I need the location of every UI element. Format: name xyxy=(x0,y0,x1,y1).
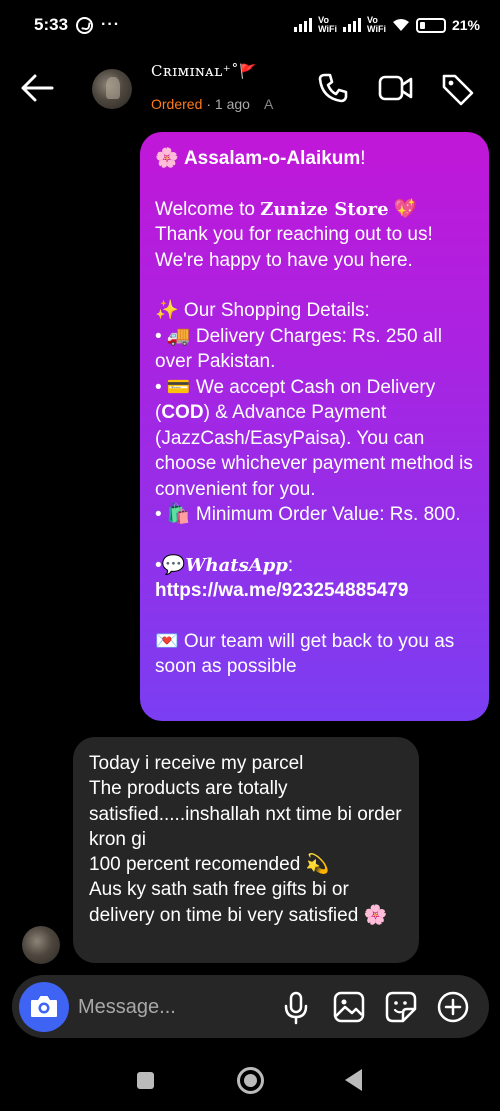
status-time: 5:33 xyxy=(34,15,69,34)
back-arrow-icon[interactable] xyxy=(20,73,54,103)
min-order: • 🛍️ Minimum Order Value: Rs. 800. xyxy=(155,504,461,525)
microphone-icon[interactable] xyxy=(283,991,309,1025)
system-back-button[interactable] xyxy=(345,1069,362,1091)
vowifi-label-2: Vo WiFi xyxy=(367,15,386,34)
details-title: ✨ Our Shopping Details: xyxy=(155,300,370,321)
recents-button[interactable] xyxy=(137,1072,154,1089)
status-right: Vo WiFi Vo WiFi 21% xyxy=(294,16,480,34)
phone-icon[interactable] xyxy=(317,72,349,104)
chat-header: Cʀɪᴍɪɴᴀʟ⁺˚🚩 Ordered · 1 ago A xyxy=(0,56,500,122)
message-input[interactable] xyxy=(78,985,268,1029)
status-bar: 5:33 ··· Vo WiFi Vo WiFi 21% xyxy=(0,0,500,50)
wa-colon: : xyxy=(287,554,294,576)
gallery-icon[interactable] xyxy=(333,991,365,1023)
incoming-message-text: Today i receive my parcel The products a… xyxy=(89,753,402,926)
camera-button[interactable] xyxy=(19,982,69,1032)
whatsapp-label: WhatsApp xyxy=(185,554,288,576)
battery-icon xyxy=(415,17,446,33)
outgoing-message-bubble[interactable]: 🌸 Assalam-o-Alaikum! Welcome to Zunize S… xyxy=(140,132,489,721)
contact-name-text: Cʀɪᴍɪɴᴀʟ⁺˚ xyxy=(151,62,240,80)
home-button[interactable] xyxy=(237,1067,264,1094)
tag-icon[interactable] xyxy=(441,72,475,106)
whatsapp-line: •💬WhatsApp: xyxy=(155,553,475,579)
message-composer xyxy=(12,975,489,1038)
ordered-label: Ordered xyxy=(151,96,203,112)
plus-circle-icon[interactable] xyxy=(437,991,469,1023)
wifi-icon xyxy=(392,19,409,31)
contact-name[interactable]: Cʀɪᴍɪɴᴀʟ⁺˚🚩 xyxy=(151,62,257,80)
status-extra: A xyxy=(263,96,274,112)
vowifi-label: Vo WiFi xyxy=(318,15,338,34)
signal-icon-2 xyxy=(343,18,362,32)
whatsapp-notification-icon xyxy=(76,16,94,34)
avatar[interactable] xyxy=(92,69,132,109)
flag-emoji: 🚩 xyxy=(239,64,258,80)
system-nav-bar xyxy=(0,1050,500,1111)
contact-status: Ordered · 1 ago A xyxy=(151,96,273,112)
whatsapp-link[interactable]: https://wa.me/923254885479 xyxy=(155,578,475,604)
status-left: 5:33 ··· xyxy=(34,15,120,35)
sender-avatar[interactable] xyxy=(22,926,60,964)
status-time-ago: · 1 ago xyxy=(206,96,250,112)
welcome-prefix: Welcome to xyxy=(155,198,261,220)
wa-prefix: •💬 xyxy=(155,554,186,576)
welcome-line: Welcome to Zunize Store 💖 xyxy=(155,197,475,223)
payment-info: • 💳 We accept Cash on Delivery (COD) & A… xyxy=(155,375,475,503)
cod-rest: ) & Advance Payment (JazzCash/EasyPaisa)… xyxy=(155,402,479,500)
more-notifications-icon: ··· xyxy=(101,16,121,33)
signal-icon xyxy=(294,18,313,32)
delivery-charges: • 🚚 Delivery Charges: Rs. 250 all over P… xyxy=(155,325,448,373)
battery-percent: 21% xyxy=(451,17,480,33)
heart-emoji: 💖 xyxy=(388,198,418,220)
greeting-end: ! xyxy=(360,148,366,169)
camera-icon xyxy=(31,996,57,1017)
incoming-message-bubble[interactable]: Today i receive my parcel The products a… xyxy=(73,737,419,963)
welcome-rest: Thank you for reaching out to us! We're … xyxy=(155,224,433,271)
greeting-line: 🌸 Assalam-o-Alaikum! xyxy=(155,146,475,172)
store-name: Zunize Store xyxy=(260,198,389,220)
team-line: 💌 Our team will get back to you as soon … xyxy=(155,630,460,678)
video-icon[interactable] xyxy=(378,72,414,104)
cherry-blossom-emoji: 🌸 xyxy=(155,148,179,169)
sticker-icon[interactable] xyxy=(385,991,417,1023)
cod-label: COD xyxy=(161,402,204,423)
greeting-text: Assalam-o-Alaikum xyxy=(183,148,361,169)
